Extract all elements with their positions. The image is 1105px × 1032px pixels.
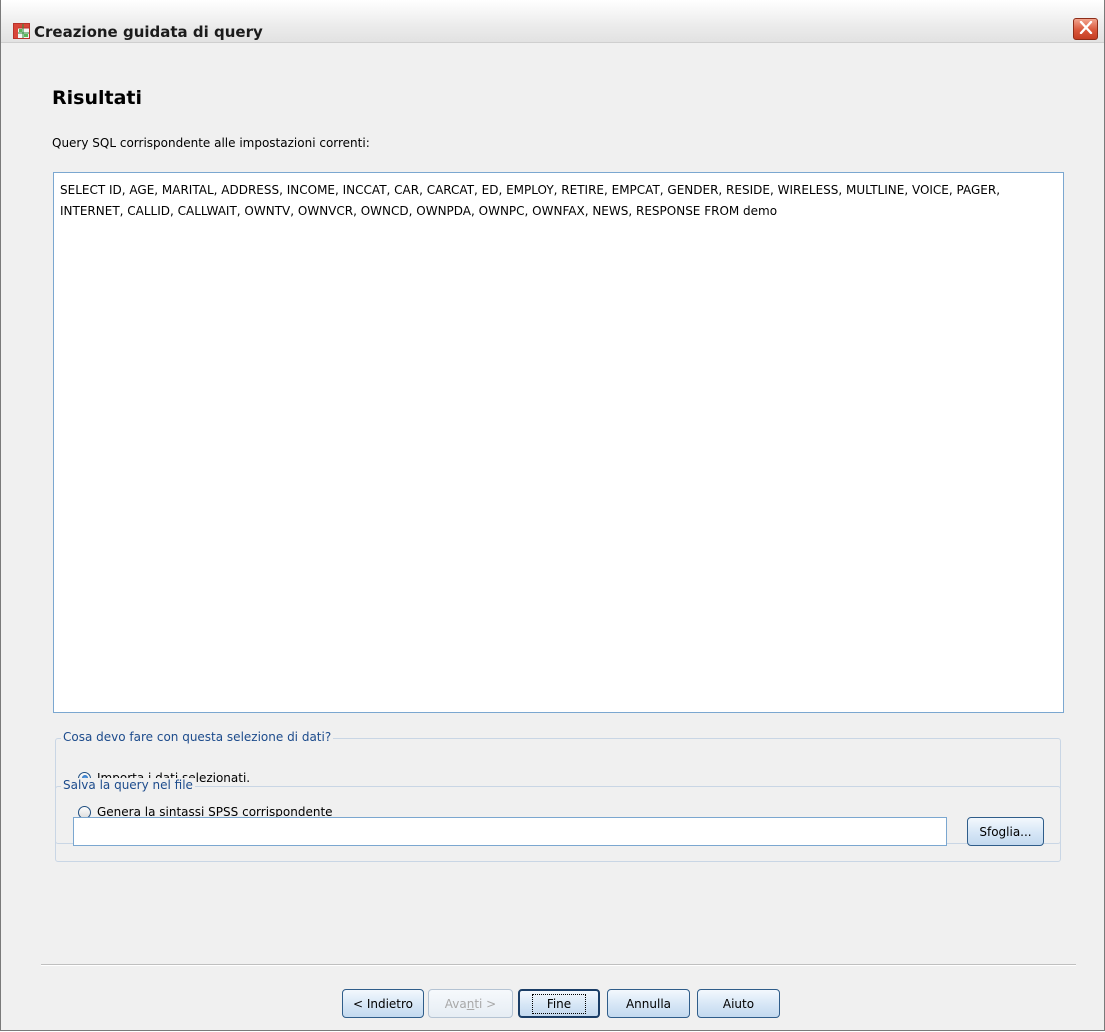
save-file-path-input[interactable] [73, 817, 947, 846]
wizard-window: Creazione guidata di query Risultati Que… [0, 0, 1105, 1031]
page-title: Risultati [52, 87, 142, 109]
browse-button[interactable]: Sfoglia... [967, 817, 1044, 846]
footer-divider [41, 964, 1076, 966]
spreadsheet-grid-icon [13, 23, 30, 39]
save-group-legend: Salva la query nel file [61, 778, 195, 792]
help-button[interactable]: Aiuto [697, 989, 780, 1018]
back-button[interactable]: < Indietro [342, 989, 424, 1018]
sql-query-textarea[interactable]: SELECT ID, AGE, MARITAL, ADDRESS, INCOME… [53, 172, 1064, 713]
close-button[interactable] [1073, 18, 1098, 40]
window-title: Creazione guidata di query [34, 23, 263, 41]
cancel-button[interactable]: Annulla [607, 989, 690, 1018]
action-group-legend: Cosa devo fare con questa selezione di d… [61, 730, 334, 744]
title-bar[interactable]: Creazione guidata di query [1, 0, 1104, 43]
finish-button[interactable]: Fine [518, 989, 600, 1018]
page-subtitle: Query SQL corrispondente alle impostazio… [52, 136, 370, 150]
close-x-icon [1079, 20, 1093, 37]
next-button[interactable]: Avanti > [428, 989, 513, 1018]
